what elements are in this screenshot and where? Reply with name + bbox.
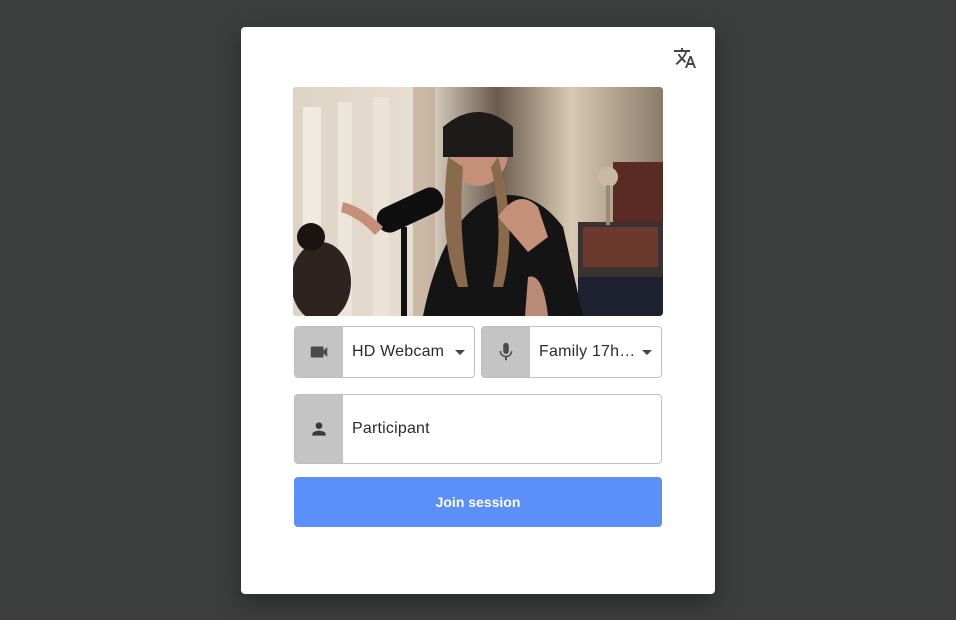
chevron-down-icon (642, 350, 652, 355)
language-button[interactable] (671, 44, 699, 72)
camera-select-value[interactable]: HD Webcam (343, 327, 474, 377)
join-dialog: HD Webcam Family 17h Audio Join session (241, 27, 715, 594)
camera-icon-cell (295, 327, 343, 377)
translate-icon (674, 48, 696, 68)
person-icon-cell (295, 395, 343, 463)
name-field (294, 394, 662, 464)
microphone-select[interactable]: Family 17h Audio (481, 326, 662, 378)
camera-select[interactable]: HD Webcam (294, 326, 475, 378)
microphone-select-value[interactable]: Family 17h Audio (530, 327, 661, 377)
camera-preview (293, 87, 663, 316)
microphone-select-text: Family 17h Audio (539, 343, 637, 360)
camera-select-text: HD Webcam (352, 343, 445, 360)
videocam-icon (310, 346, 328, 358)
chevron-down-icon (455, 350, 465, 355)
person-icon (312, 422, 326, 436)
mic-icon-cell (482, 327, 530, 377)
mic-icon (499, 342, 513, 361)
name-input[interactable] (343, 395, 661, 463)
join-session-button[interactable]: Join session (294, 477, 662, 527)
